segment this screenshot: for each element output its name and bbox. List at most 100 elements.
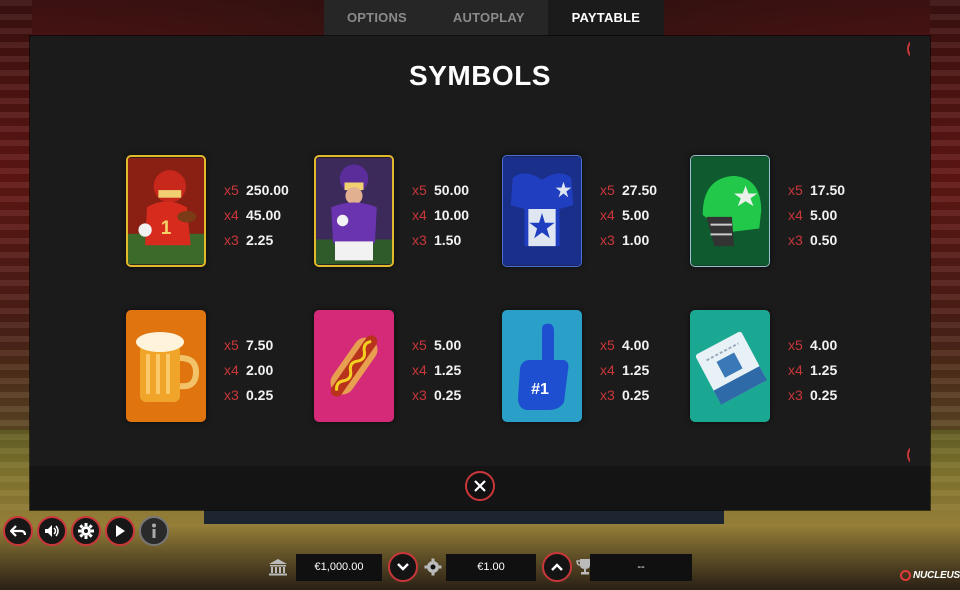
pay-count: x4 <box>600 362 615 378</box>
pay-count: x5 <box>788 337 803 353</box>
pay-value: 0.25 <box>622 387 650 403</box>
pay-count: x4 <box>412 362 427 378</box>
pay-value: 1.25 <box>434 362 462 378</box>
pay-row: x3 0.25 <box>412 383 461 408</box>
brand-logo: NUCLEUS <box>900 570 960 581</box>
paytable-panel: SYMBOLS 1 x5 250.00 x4 45.00 x3 2.25 x5 … <box>30 36 930 510</box>
back-button[interactable] <box>3 516 33 546</box>
background-reel-frame <box>204 510 724 524</box>
pay-count: x5 <box>224 337 239 353</box>
play-button[interactable] <box>105 516 135 546</box>
pay-row: x3 1.00 <box>600 228 657 253</box>
balance-display: €1,000.00 <box>296 554 382 581</box>
settings-tabs: OPTIONS AUTOPLAY PAYTABLE <box>324 0 665 36</box>
pay-row: x5 4.00 <box>600 333 649 358</box>
pay-count: x4 <box>600 207 615 223</box>
pay-count: x3 <box>600 387 615 403</box>
pay-value: 4.00 <box>622 337 650 353</box>
speaker-icon <box>45 525 59 537</box>
coin-settings-icon <box>424 558 442 576</box>
pay-row: x4 1.25 <box>788 358 837 383</box>
symbol-card-red-player: 1 x5 250.00 x4 45.00 x3 2.25 <box>126 155 302 269</box>
pay-row: x4 45.00 <box>224 203 289 228</box>
paytable-values: x5 7.50 x4 2.00 x3 0.25 <box>224 333 273 408</box>
red-football-player-icon: 1 <box>126 155 206 267</box>
pay-row: x3 0.25 <box>224 383 273 408</box>
pay-row: x4 1.25 <box>600 358 649 383</box>
pay-row: x3 0.25 <box>788 383 837 408</box>
pay-count: x5 <box>788 182 803 198</box>
symbol-card-hotdog: x5 5.00 x4 1.25 x3 0.25 <box>314 310 490 424</box>
pay-row: x3 0.50 <box>788 228 845 253</box>
pay-row: x4 5.00 <box>788 203 845 228</box>
tab-options[interactable]: OPTIONS <box>324 0 430 36</box>
pay-value: 5.00 <box>622 207 650 223</box>
pay-row: x5 50.00 <box>412 178 469 203</box>
pay-count: x4 <box>224 362 239 378</box>
pay-value: 250.00 <box>246 182 289 198</box>
bottom-bar: €1,000.00 €1.00 -- <box>0 552 960 582</box>
chevron-up-icon <box>551 563 563 571</box>
settings-button[interactable] <box>71 516 101 546</box>
pay-value: 5.00 <box>434 337 462 353</box>
win-display: -- <box>590 554 692 581</box>
symbol-card-beer: x5 7.50 x4 2.00 x3 0.25 <box>126 310 302 424</box>
pay-value: 0.25 <box>810 387 838 403</box>
close-icon <box>474 480 486 492</box>
pay-value: 17.50 <box>810 182 846 198</box>
green-helmet-icon <box>690 155 770 267</box>
pay-row: x5 27.50 <box>600 178 657 203</box>
pay-value: 1.50 <box>434 232 462 248</box>
pay-row: x5 250.00 <box>224 178 289 203</box>
pay-value: 7.50 <box>246 337 274 353</box>
pay-value: 50.00 <box>434 182 470 198</box>
purple-football-player-icon <box>314 155 394 267</box>
tab-paytable[interactable]: PAYTABLE <box>547 0 665 36</box>
pay-row: x5 4.00 <box>788 333 837 358</box>
svg-text:1: 1 <box>161 218 172 239</box>
pay-count: x3 <box>788 387 803 403</box>
paytable-scrollbar[interactable] <box>905 36 910 466</box>
scroll-up-button[interactable] <box>907 38 910 60</box>
info-button[interactable] <box>139 516 169 546</box>
chevron-down-icon <box>397 563 409 571</box>
pay-value: 10.00 <box>434 207 470 223</box>
pay-row: x3 1.50 <box>412 228 469 253</box>
hotdog-icon <box>314 310 394 422</box>
bet-increase-button[interactable] <box>542 552 572 582</box>
pay-value: 0.50 <box>810 232 838 248</box>
sound-button[interactable] <box>37 516 67 546</box>
paytable-values: x5 50.00 x4 10.00 x3 1.50 <box>412 178 469 253</box>
pay-count: x4 <box>788 207 803 223</box>
bet-decrease-button[interactable] <box>388 552 418 582</box>
pay-count: x5 <box>412 337 427 353</box>
bet-display: €1.00 <box>446 554 536 581</box>
pay-value: 1.00 <box>622 232 650 248</box>
bank-icon <box>269 559 287 576</box>
pay-count: x3 <box>412 232 427 248</box>
brand-name: NUCLEUS <box>913 570 960 581</box>
pay-value: 2.25 <box>246 232 274 248</box>
pay-row: x4 5.00 <box>600 203 657 228</box>
symbol-card-ticket: x5 4.00 x4 1.25 x3 0.25 <box>690 310 866 424</box>
foam-finger-icon: #1 <box>502 310 582 422</box>
paytable-values: x5 17.50 x4 5.00 x3 0.50 <box>788 178 845 253</box>
pay-count: x3 <box>224 387 239 403</box>
symbol-card-foam-finger: #1 x5 4.00 x4 1.25 x3 0.25 <box>502 310 678 424</box>
pay-row: x3 2.25 <box>224 228 289 253</box>
pay-count: x3 <box>600 232 615 248</box>
symbol-card-helmet: x5 17.50 x4 5.00 x3 0.50 <box>690 155 866 269</box>
pay-count: x3 <box>788 232 803 248</box>
game-controls <box>3 516 169 546</box>
tab-autoplay[interactable]: AUTOPLAY <box>429 0 548 36</box>
pay-count: x4 <box>224 207 239 223</box>
pay-value: 1.25 <box>810 362 838 378</box>
pay-value: 0.25 <box>246 387 274 403</box>
pay-count: x3 <box>224 232 239 248</box>
close-button[interactable] <box>465 471 495 501</box>
pay-row: x5 5.00 <box>412 333 461 358</box>
paytable-values: x5 4.00 x4 1.25 x3 0.25 <box>600 333 649 408</box>
pay-count: x5 <box>412 182 427 198</box>
scroll-down-button[interactable] <box>907 444 910 466</box>
pay-count: x5 <box>600 337 615 353</box>
